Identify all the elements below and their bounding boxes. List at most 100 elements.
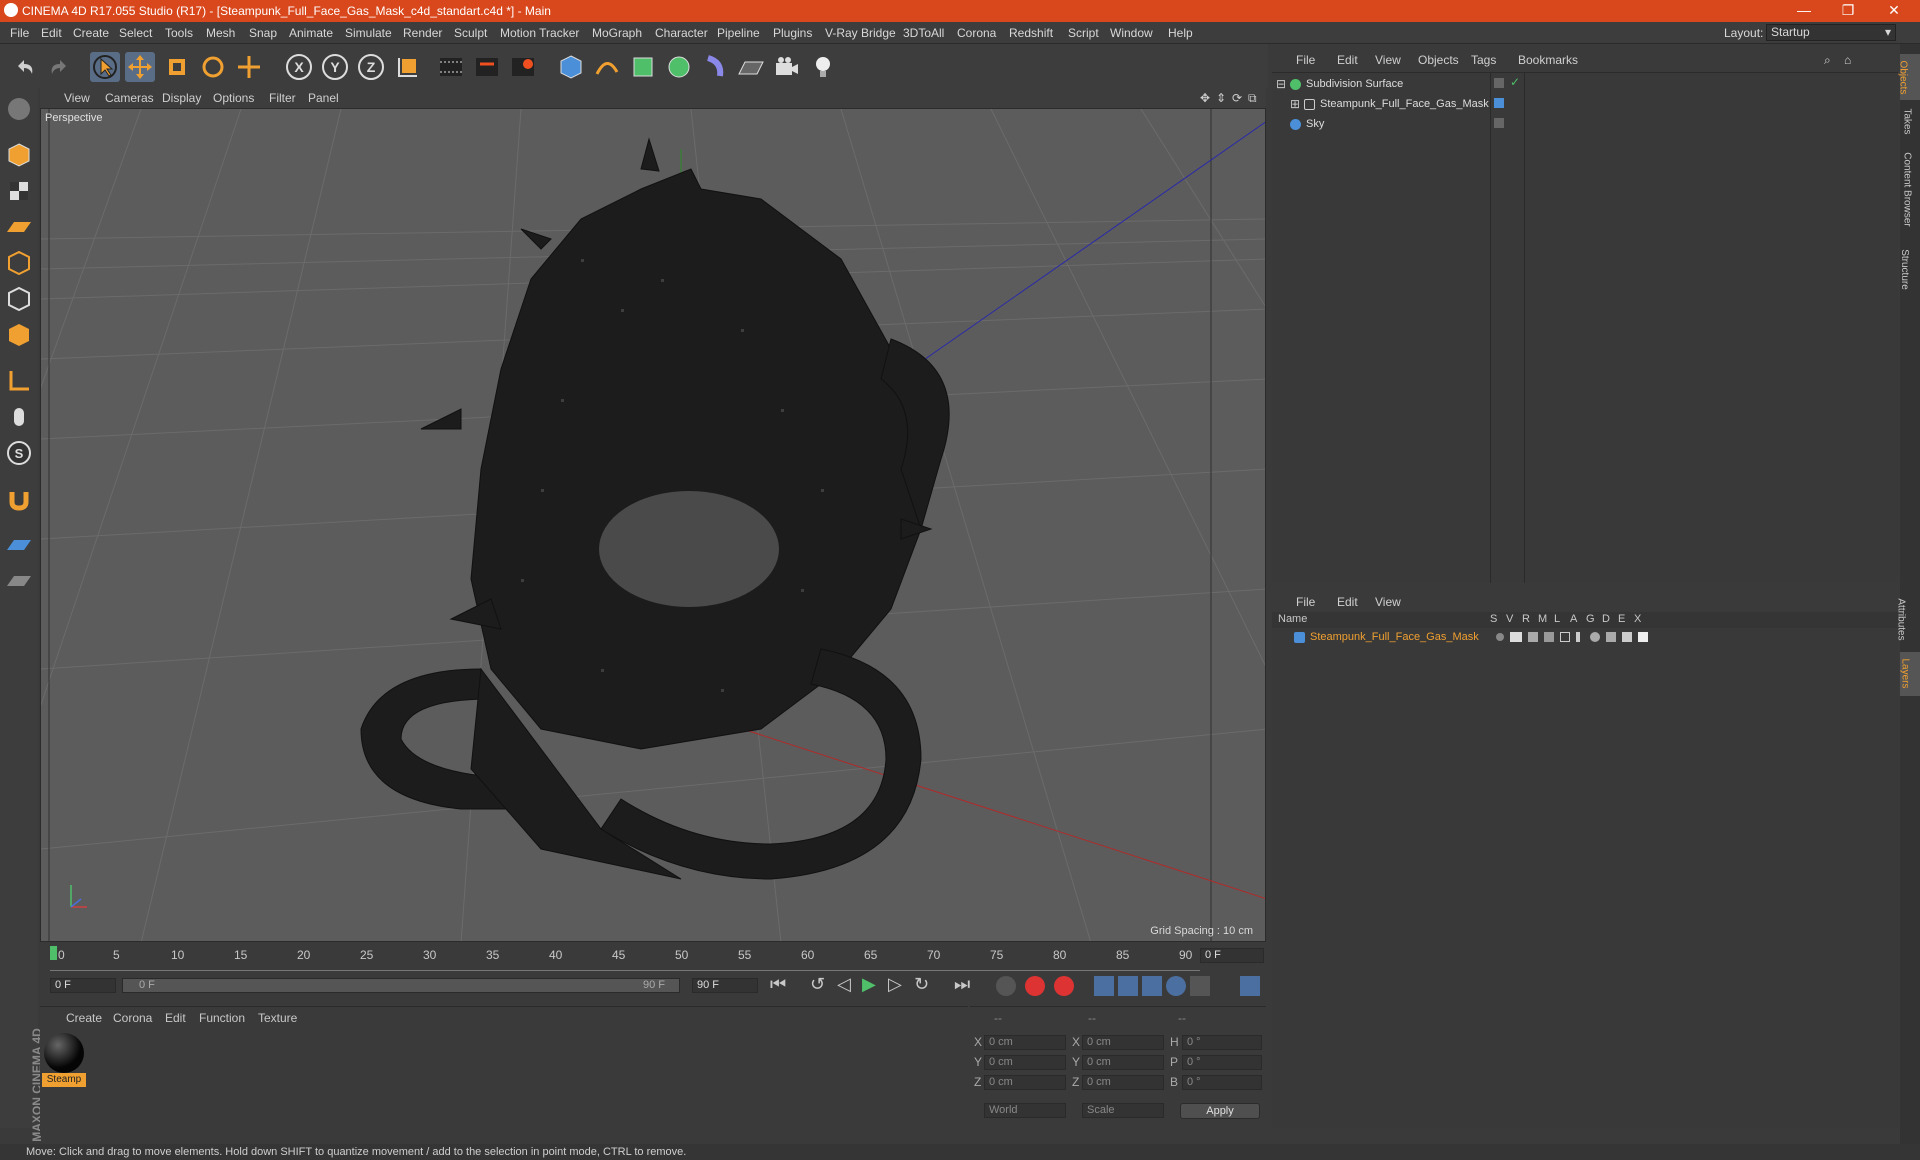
viewport-menu-filter[interactable]: Filter — [269, 91, 296, 105]
viewport-menu-view[interactable]: View — [64, 91, 90, 105]
timeline-window-icon[interactable] — [1240, 976, 1260, 996]
redo-button[interactable] — [44, 52, 74, 82]
subdivision-surface-button[interactable] — [628, 52, 658, 82]
menu-mesh[interactable]: Mesh — [206, 26, 235, 40]
obj-menu-file[interactable]: File — [1296, 53, 1315, 67]
viewport-rotate-icon[interactable]: ⟳ — [1232, 91, 1242, 105]
mat-menu-texture[interactable]: Texture — [258, 1011, 297, 1025]
frame-range-slider[interactable]: 0 F 90 F — [122, 978, 680, 993]
layer-menu-view[interactable]: View — [1375, 595, 1401, 609]
texture-mode-button[interactable] — [4, 176, 34, 206]
menu-window[interactable]: Window — [1110, 26, 1153, 40]
motion-record-icon[interactable] — [996, 976, 1016, 996]
viewport-move-icon[interactable]: ✥ — [1200, 91, 1210, 105]
visible-editor-icon[interactable] — [1510, 632, 1522, 642]
deformer-button[interactable] — [700, 52, 730, 82]
make-editable-button[interactable] — [4, 94, 34, 124]
coord-size-y[interactable]: 0 cm — [1082, 1055, 1164, 1070]
tab-objects[interactable]: Objects — [1897, 61, 1908, 95]
menu-simulate[interactable]: Simulate — [345, 26, 392, 40]
animation-icon[interactable] — [1576, 632, 1580, 642]
cube-object-button[interactable] — [556, 52, 586, 82]
menu-create[interactable]: Create — [73, 26, 109, 40]
render-view-button[interactable] — [436, 52, 466, 82]
workplane-mode-button[interactable] — [4, 212, 34, 242]
menu-character[interactable]: Character — [655, 26, 708, 40]
y-axis-lock-button[interactable]: Y — [320, 52, 350, 82]
coord-pos-y[interactable]: 0 cm — [984, 1055, 1066, 1070]
menu-select[interactable]: Select — [119, 26, 152, 40]
home-icon[interactable]: ⌂ — [1844, 53, 1851, 67]
polygons-mode-button[interactable] — [4, 320, 34, 350]
coordinate-system-button[interactable] — [393, 52, 423, 82]
coord-mode-dropdown[interactable]: Scale — [1082, 1103, 1164, 1118]
maximize-button[interactable]: ❐ — [1826, 2, 1870, 19]
scale-tool-button[interactable] — [162, 52, 192, 82]
coord-rot-b[interactable]: 0 ° — [1182, 1075, 1262, 1090]
deformers-icon[interactable] — [1606, 632, 1616, 642]
layer-color-icon[interactable] — [1494, 98, 1504, 108]
camera-object-button[interactable] — [772, 52, 802, 82]
points-mode-button[interactable] — [4, 248, 34, 278]
expressions-icon[interactable] — [1622, 632, 1632, 642]
viewport-maximize-icon[interactable]: ⧉ — [1248, 91, 1257, 106]
layer-color-icon[interactable] — [1294, 632, 1305, 643]
mat-menu-corona[interactable]: Corona — [113, 1011, 152, 1025]
layout-dropdown[interactable]: Startup ▾ — [1766, 24, 1896, 41]
menu-corona[interactable]: Corona — [957, 26, 996, 40]
layer-tag-icon[interactable] — [1494, 78, 1504, 88]
key-position-icon[interactable] — [1094, 976, 1114, 996]
viewport-menu-display[interactable]: Display — [162, 91, 201, 105]
light-object-button[interactable] — [808, 52, 838, 82]
xrefs-icon[interactable] — [1638, 632, 1648, 642]
object-row[interactable]: Sky — [1272, 117, 1898, 133]
tweak-mode-button[interactable] — [4, 402, 34, 432]
move-tool-button[interactable] — [125, 52, 155, 82]
viewport-canvas[interactable] — [41, 109, 1266, 942]
render-settings-button[interactable] — [508, 52, 538, 82]
key-parameter-icon[interactable] — [1166, 976, 1186, 996]
menu-script[interactable]: Script — [1068, 26, 1099, 40]
menu-animate[interactable]: Animate — [289, 26, 333, 40]
go-to-end-icon[interactable]: ⏭ — [954, 974, 970, 995]
array-object-button[interactable] — [664, 52, 694, 82]
current-frame-field[interactable]: 0 F — [1200, 948, 1264, 963]
coord-pos-x[interactable]: 0 cm — [984, 1035, 1066, 1050]
undo-button[interactable] — [10, 52, 40, 82]
start-frame-field[interactable]: 0 F — [50, 978, 116, 993]
material-swatch[interactable]: Steamp — [42, 1031, 86, 1087]
menu-redshift[interactable]: Redshift — [1009, 26, 1053, 40]
menu-mograph[interactable]: MoGraph — [592, 26, 642, 40]
viewport-menu-cameras[interactable]: Cameras — [105, 91, 154, 105]
perspective-viewport[interactable]: Perspective Grid Spacing : 10 cm — [40, 108, 1266, 942]
search-icon[interactable]: ⌕ — [1824, 53, 1831, 68]
select-tool-button[interactable] — [90, 52, 120, 82]
key-rotation-icon[interactable] — [1142, 976, 1162, 996]
layer-menu-file[interactable]: File — [1296, 595, 1315, 609]
obj-menu-objects[interactable]: Objects — [1418, 53, 1459, 67]
timeline-ruler[interactable]: 0 5 10 15 20 25 30 35 40 45 50 55 60 65 … — [40, 944, 1266, 978]
x-axis-lock-button[interactable]: X — [284, 52, 314, 82]
obj-menu-view[interactable]: View — [1375, 53, 1401, 67]
layer-tag-icon[interactable] — [1494, 118, 1504, 128]
menu-pipeline[interactable]: Pipeline — [717, 26, 760, 40]
viewport-zoom-icon[interactable]: ⇕ — [1216, 91, 1226, 105]
menu-help[interactable]: Help — [1168, 26, 1193, 40]
end-frame-field[interactable]: 90 F — [692, 978, 758, 993]
tab-attributes[interactable]: Attributes — [1896, 598, 1907, 640]
mat-menu-function[interactable]: Function — [199, 1011, 245, 1025]
floor-object-button[interactable] — [736, 52, 766, 82]
lock-icon[interactable] — [1560, 632, 1570, 642]
mat-menu-edit[interactable]: Edit — [165, 1011, 186, 1025]
object-row[interactable]: ⊞ Steampunk_Full_Face_Gas_Mask — [1272, 97, 1898, 113]
obj-menu-edit[interactable]: Edit — [1337, 53, 1358, 67]
coord-space-dropdown[interactable]: World — [984, 1103, 1066, 1118]
object-row[interactable]: ⊟ Subdivision Surface ✓ — [1272, 75, 1898, 93]
record-keys-icon[interactable] — [1025, 976, 1045, 996]
menu-motion-tracker[interactable]: Motion Tracker — [500, 26, 579, 40]
viewport-menu-panel[interactable]: Panel — [308, 91, 339, 105]
generators-icon[interactable] — [1590, 632, 1600, 642]
menu-edit[interactable]: Edit — [41, 26, 62, 40]
obj-menu-tags[interactable]: Tags — [1471, 53, 1496, 67]
tab-takes[interactable]: Takes — [1902, 108, 1913, 134]
